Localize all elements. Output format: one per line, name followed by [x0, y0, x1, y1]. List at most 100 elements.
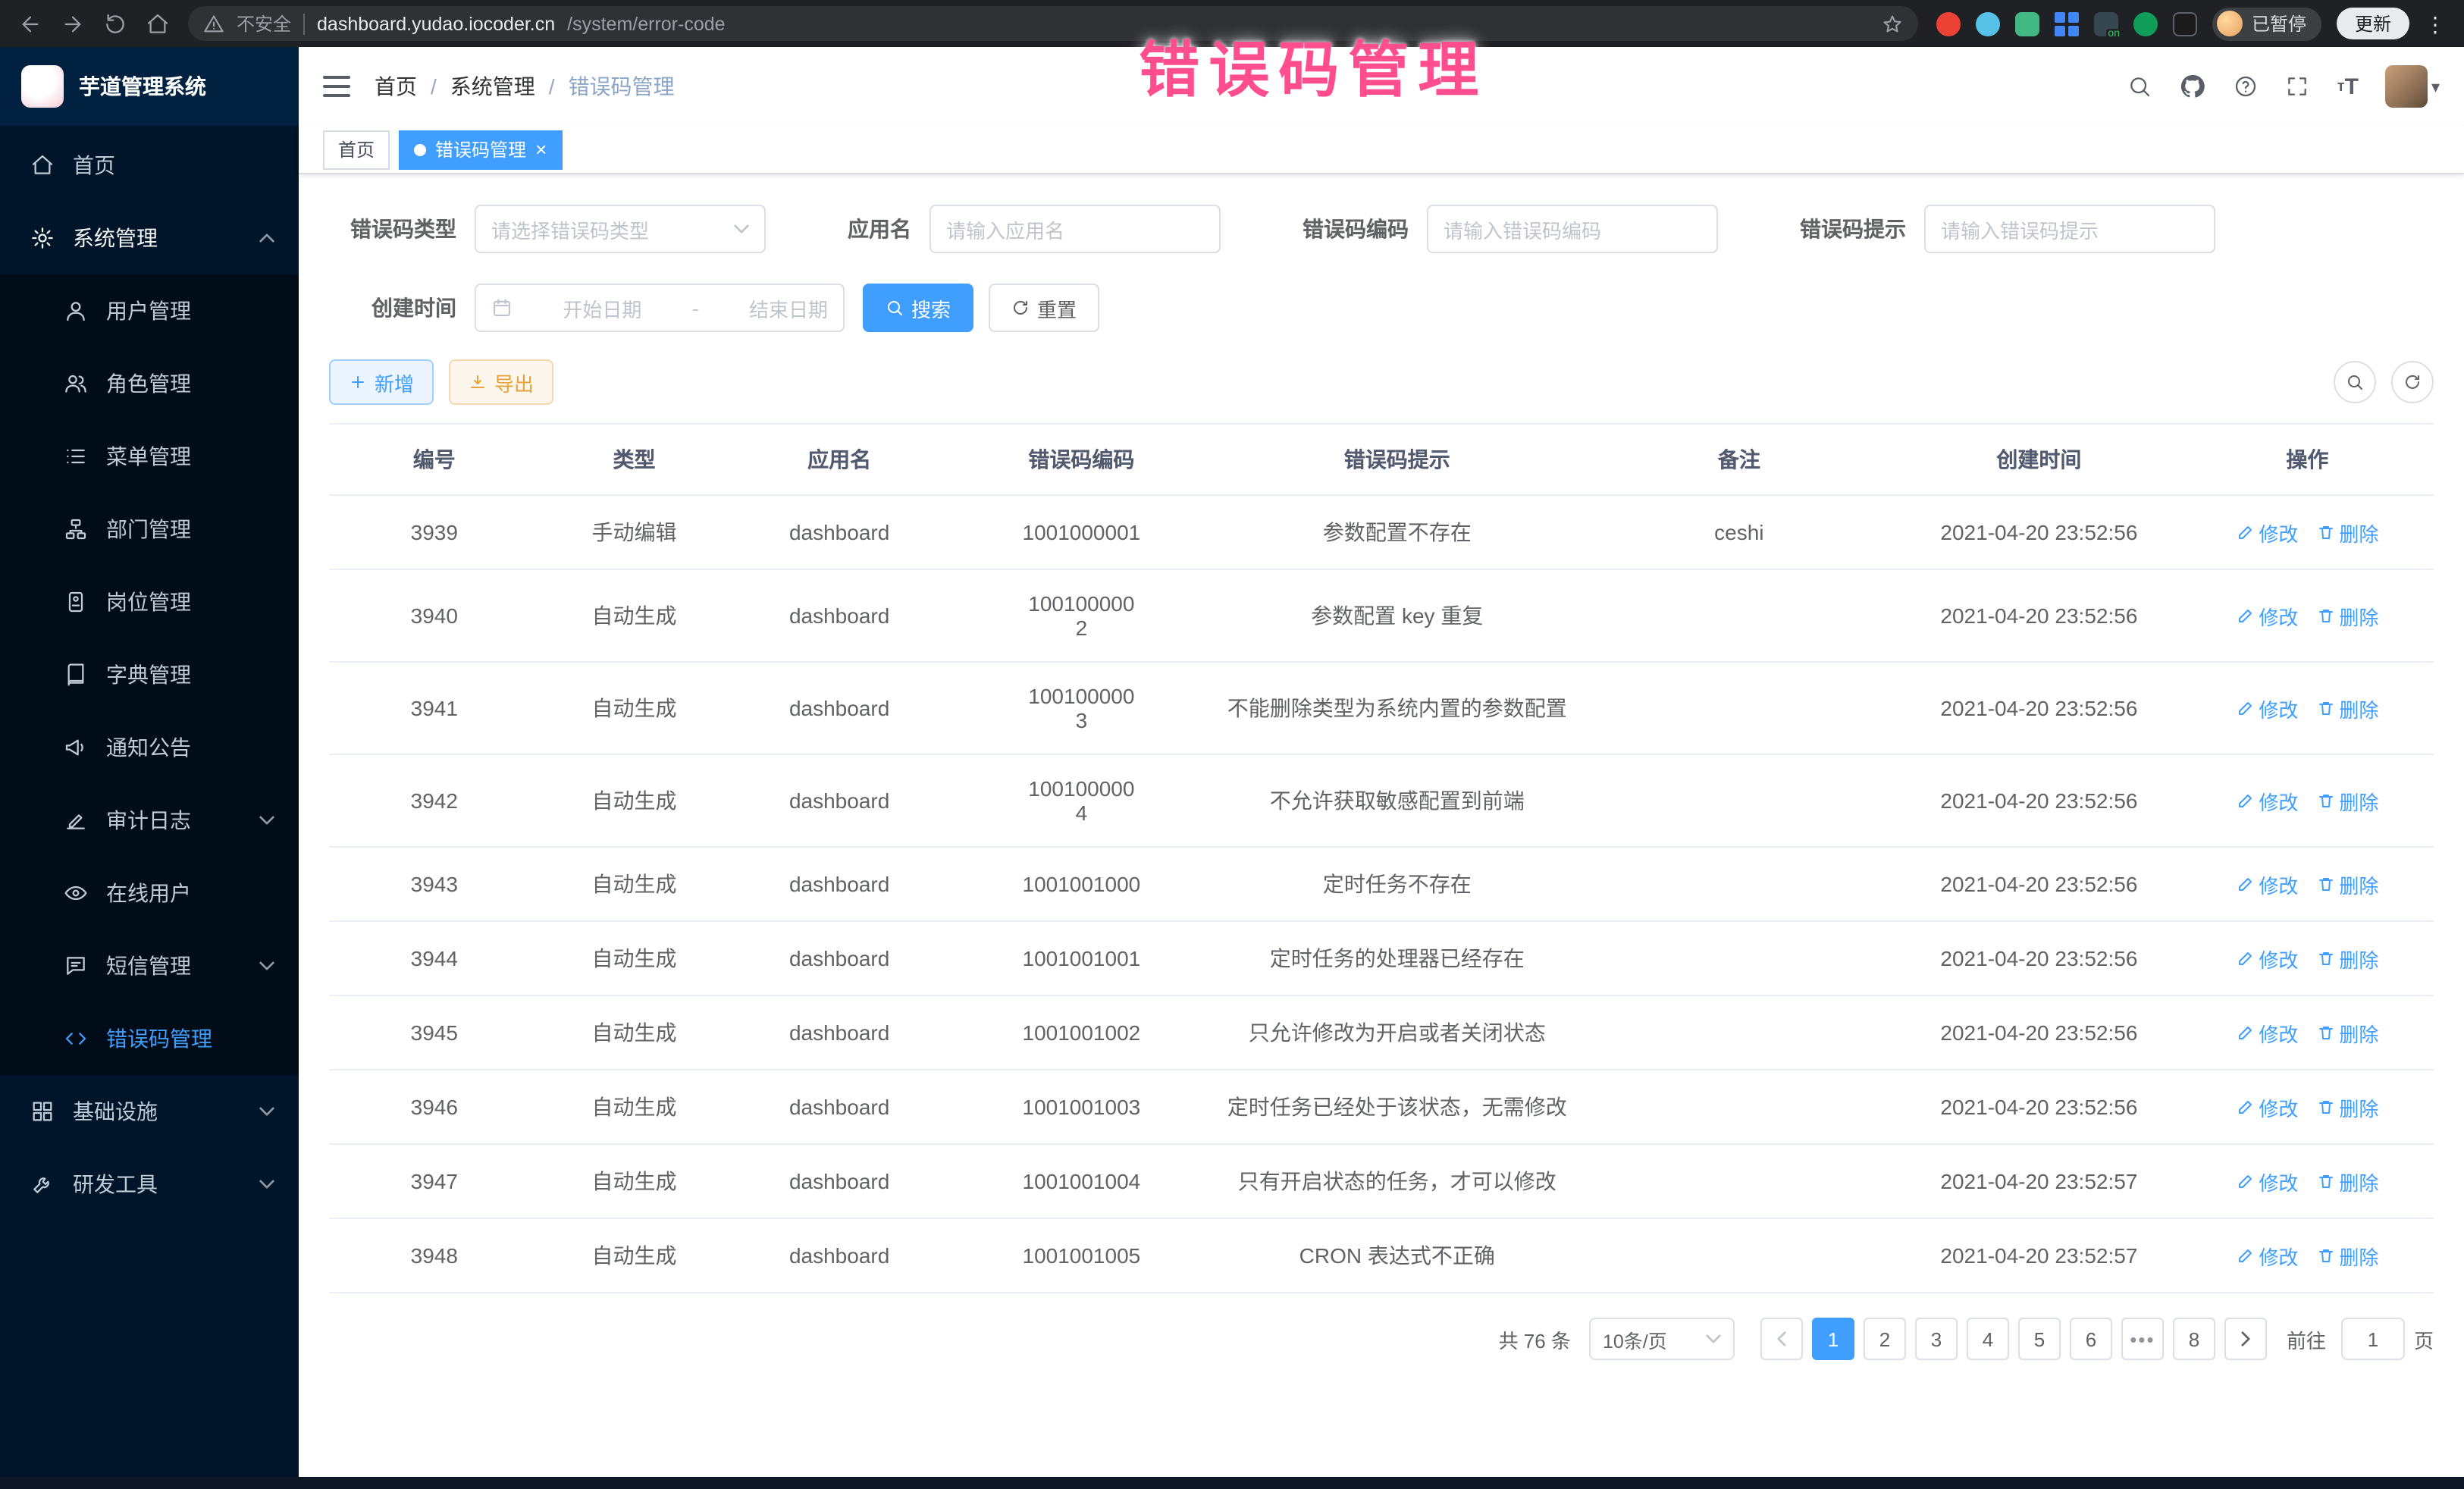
url-path: /system/error-code — [567, 13, 725, 34]
edit-link[interactable]: 修改 — [2236, 1241, 2298, 1270]
sidebar-item-sms[interactable]: 短信管理 — [0, 929, 299, 1002]
hamburger-icon[interactable] — [323, 76, 350, 97]
github-icon[interactable] — [2180, 73, 2207, 100]
trash-icon — [2316, 949, 2334, 967]
breadcrumb-system[interactable]: 系统管理 — [450, 71, 535, 102]
breadcrumb-home[interactable]: 首页 — [375, 71, 417, 102]
reload-icon[interactable] — [103, 11, 127, 36]
prev-page-button[interactable] — [1760, 1318, 1803, 1360]
edit-link[interactable]: 修改 — [2236, 870, 2298, 898]
app-logo-bar[interactable]: 芋道管理系统 — [0, 47, 299, 126]
edit-link[interactable]: 修改 — [2236, 1092, 2298, 1121]
address-bar[interactable]: 不安全 dashboard.yudao.iocoder.cn /system/e… — [188, 6, 1918, 41]
page-button[interactable]: 4 — [1967, 1318, 2009, 1360]
help-icon[interactable] — [2234, 74, 2259, 99]
trash-icon — [2316, 699, 2334, 717]
sidebar-item-positions[interactable]: 岗位管理 — [0, 566, 299, 638]
sidebar-item-dev-tools[interactable]: 研发工具 — [0, 1148, 299, 1221]
export-button[interactable]: 导出 — [449, 359, 553, 405]
page-button[interactable]: 3 — [1915, 1318, 1958, 1360]
table-header-row: 编号 类型 应用名 错误码编码 错误码提示 备注 创建时间 操作 — [329, 424, 2434, 495]
extension-icon-green[interactable] — [2133, 11, 2158, 36]
next-page-button[interactable] — [2224, 1318, 2267, 1360]
error-type-select[interactable]: 请选择错误码类型 — [475, 205, 766, 253]
trash-icon — [2316, 607, 2334, 625]
app-name-input[interactable]: 请输入应用名 — [929, 205, 1221, 253]
extension-icon-vue[interactable] — [2015, 11, 2039, 36]
font-size-icon[interactable]: тT — [2337, 74, 2359, 99]
page-button[interactable]: 8 — [2173, 1318, 2215, 1360]
reset-button[interactable]: 重置 — [989, 284, 1099, 332]
column-header: 创建时间 — [1897, 424, 2181, 495]
delete-link[interactable]: 删除 — [2316, 786, 2378, 815]
search-toggle-button[interactable] — [2334, 361, 2376, 403]
sidebar-item-users[interactable]: 用户管理 — [0, 274, 299, 347]
edit-link[interactable]: 修改 — [2236, 786, 2298, 815]
date-range-picker[interactable]: 开始日期 - 结束日期 — [475, 284, 845, 332]
chevron-down-icon — [734, 224, 749, 234]
extension-icon-record[interactable] — [1936, 11, 1961, 36]
megaphone-icon — [64, 735, 88, 760]
back-icon[interactable] — [18, 11, 42, 36]
sidebar-item-error-code[interactable]: 错误码管理 — [0, 1002, 299, 1075]
sidebar-item-home[interactable]: 首页 — [0, 129, 299, 202]
forward-icon[interactable] — [61, 11, 85, 36]
sidebar-item-system[interactable]: 系统管理 — [0, 202, 299, 274]
page-button[interactable]: 2 — [1864, 1318, 1906, 1360]
more-pages-button[interactable]: ••• — [2121, 1318, 2164, 1360]
bookmark-star-icon[interactable] — [1882, 13, 1903, 34]
sidebar-item-label: 首页 — [73, 150, 115, 180]
breadcrumb-separator: / — [549, 74, 555, 99]
sidebar-item-roles[interactable]: 角色管理 — [0, 347, 299, 420]
delete-link[interactable]: 删除 — [2316, 1092, 2378, 1121]
error-hint-input[interactable]: 请输入错误码提示 — [1924, 205, 2215, 253]
sidebar-item-notices[interactable]: 通知公告 — [0, 711, 299, 784]
delete-link[interactable]: 删除 — [2316, 1018, 2378, 1047]
tab-home[interactable]: 首页 — [323, 130, 390, 169]
avatar[interactable]: ▾ — [2386, 65, 2440, 108]
page-button[interactable]: 5 — [2018, 1318, 2061, 1360]
sidebar-item-menus[interactable]: 菜单管理 — [0, 420, 299, 493]
edit-link[interactable]: 修改 — [2236, 944, 2298, 973]
page-button[interactable]: 1 — [1812, 1318, 1854, 1360]
extension-icon-puzzle[interactable] — [2173, 11, 2197, 36]
edit-link[interactable]: 修改 — [2236, 1167, 2298, 1196]
sidebar-item-audit-log[interactable]: 审计日志 — [0, 784, 299, 857]
edit-link[interactable]: 修改 — [2236, 1018, 2298, 1047]
delete-link[interactable]: 删除 — [2316, 518, 2378, 547]
delete-link[interactable]: 删除 — [2316, 1167, 2378, 1196]
refresh-table-button[interactable] — [2391, 361, 2434, 403]
delete-link[interactable]: 删除 — [2316, 601, 2378, 630]
sidebar-item-dictionary[interactable]: 字典管理 — [0, 638, 299, 711]
close-icon[interactable]: × — [535, 139, 547, 159]
kebab-menu-icon[interactable]: ⋮ — [2425, 13, 2446, 34]
error-code-input[interactable]: 请输入错误码编码 — [1427, 205, 1718, 253]
tab-error-code[interactable]: 错误码管理 × — [399, 130, 562, 169]
search-button[interactable]: 搜索 — [863, 284, 973, 332]
search-icon[interactable] — [2128, 74, 2152, 99]
goto-page-input[interactable] — [2341, 1318, 2405, 1360]
add-button[interactable]: 新增 — [329, 359, 434, 405]
edit-link[interactable]: 修改 — [2236, 601, 2298, 630]
edit-link[interactable]: 修改 — [2236, 518, 2298, 547]
delete-link[interactable]: 删除 — [2316, 944, 2378, 973]
page-button[interactable]: 6 — [2070, 1318, 2112, 1360]
extension-icon-drop[interactable] — [1976, 11, 2000, 36]
sidebar-item-infrastructure[interactable]: 基础设施 — [0, 1075, 299, 1148]
sidebar-item-online-users[interactable]: 在线用户 — [0, 857, 299, 929]
fullscreen-icon[interactable] — [2286, 74, 2310, 99]
home-nav-icon[interactable] — [146, 11, 170, 36]
update-button[interactable]: 更新 — [2337, 8, 2409, 39]
delete-link[interactable]: 删除 — [2316, 694, 2378, 723]
search-icon — [2346, 373, 2364, 391]
page-size-select[interactable]: 10条/页 — [1589, 1318, 1735, 1360]
extension-icon-switch[interactable]: on — [2094, 11, 2118, 36]
sidebar-item-departments[interactable]: 部门管理 — [0, 493, 299, 566]
edit-link[interactable]: 修改 — [2236, 694, 2298, 723]
chevron-down-icon: ▾ — [2431, 77, 2440, 96]
extension-icon-grid[interactable] — [2055, 11, 2079, 36]
filter-label-app: 应用名 — [848, 214, 911, 244]
delete-link[interactable]: 删除 — [2316, 870, 2378, 898]
delete-link[interactable]: 删除 — [2316, 1241, 2378, 1270]
profile-chip[interactable]: 已暂停 — [2212, 7, 2321, 40]
